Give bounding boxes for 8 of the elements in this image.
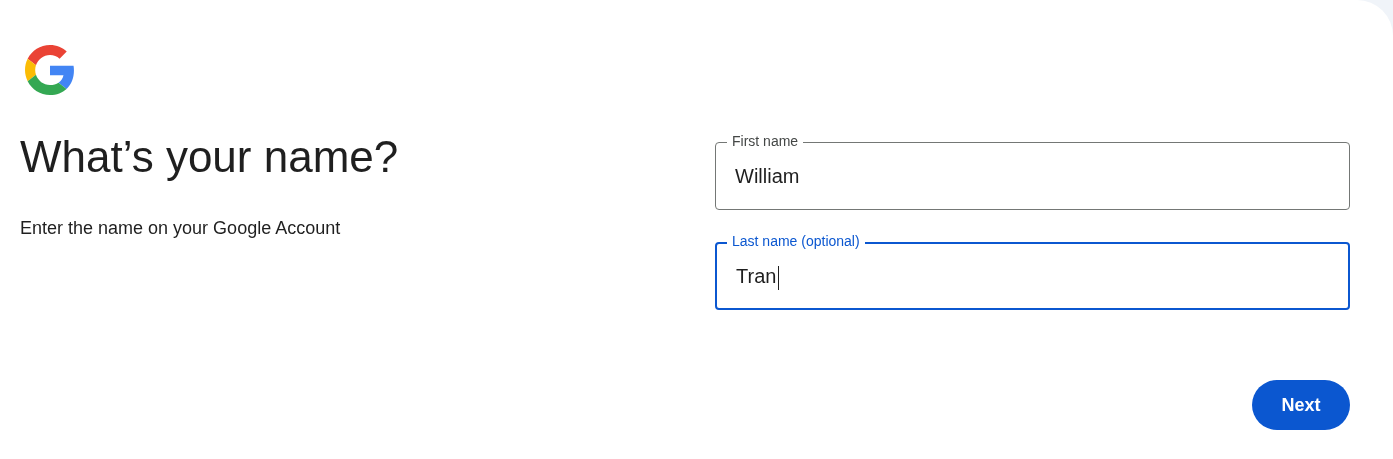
field-value: William (735, 164, 800, 189)
field-label: Last name (optional) (727, 232, 865, 250)
subtitle-text: Enter the name on your Google Account (20, 217, 341, 240)
page-heading: What’s your name? (20, 131, 399, 183)
field-value: Tran (736, 264, 777, 289)
next-button[interactable]: Next (1252, 380, 1350, 430)
logo-icon (25, 45, 75, 95)
text-cursor-icon (778, 266, 779, 290)
